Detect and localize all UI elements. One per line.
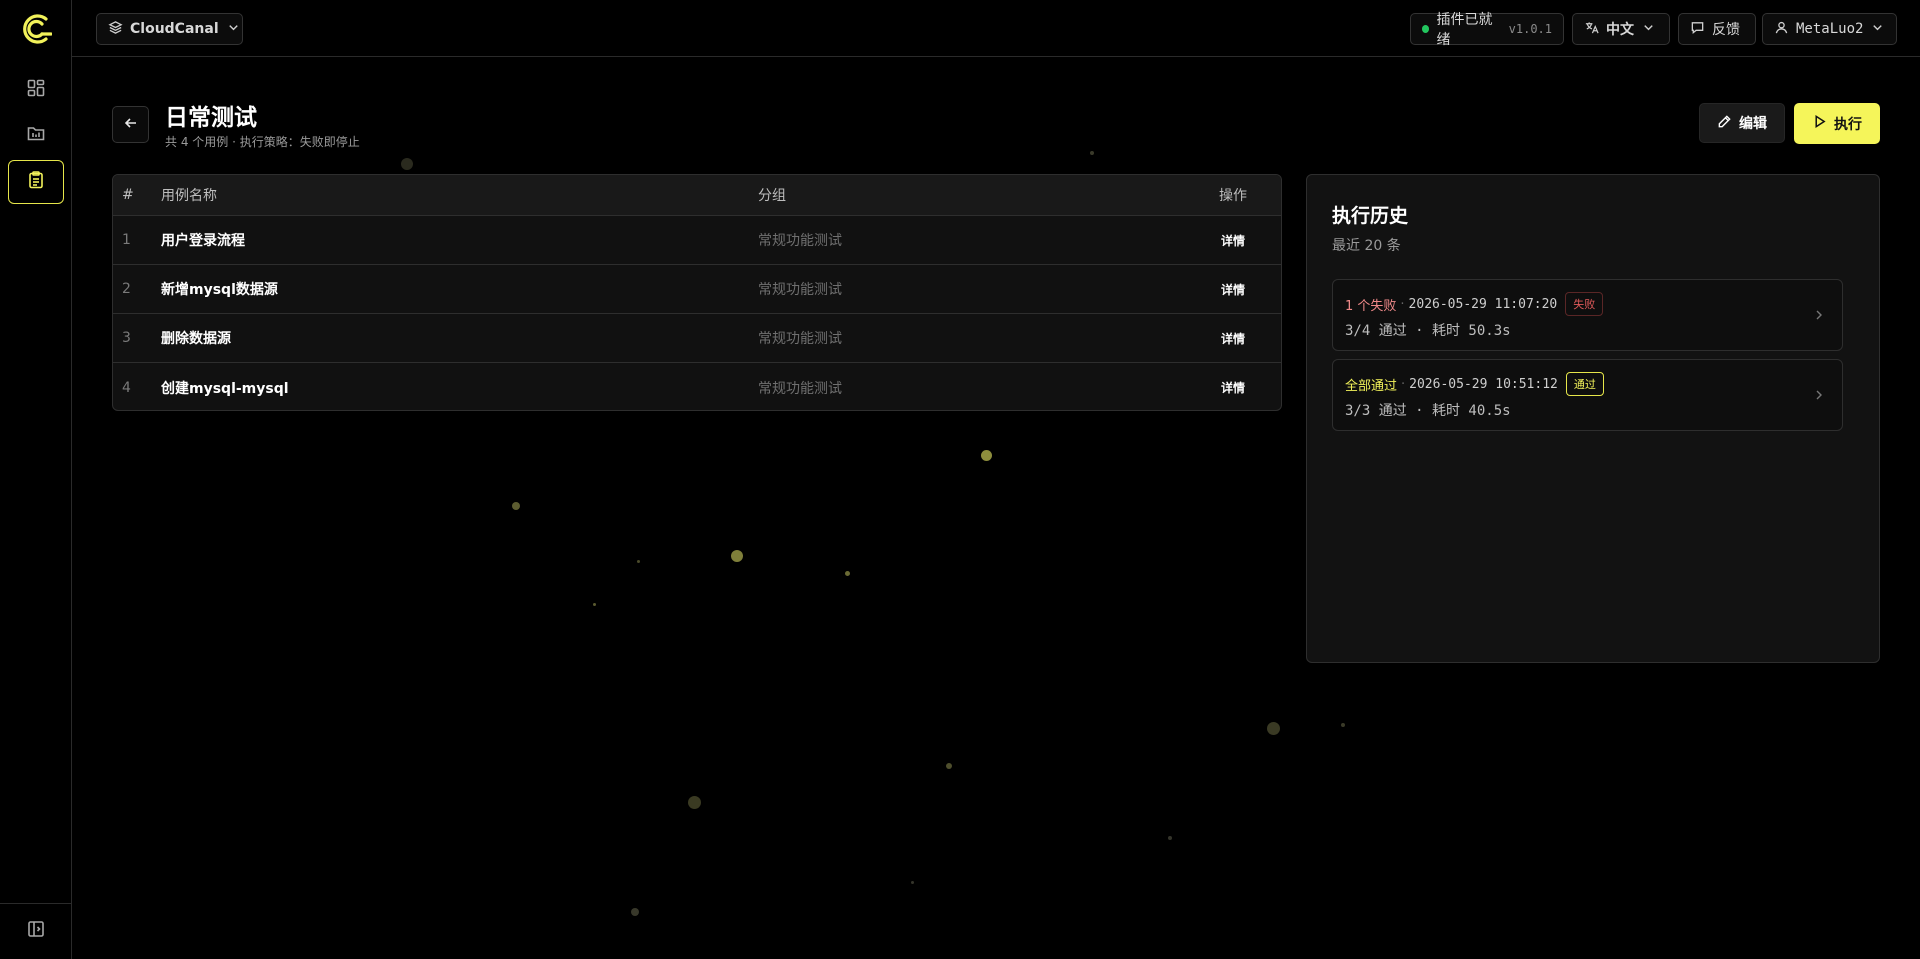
workspace-label: CloudCanal	[130, 21, 219, 37]
table-row: 1 用户登录流程 常规功能测试 详情	[113, 216, 1281, 265]
user-icon	[1774, 20, 1789, 39]
workspace-selector[interactable]: CloudCanal	[96, 13, 243, 45]
feedback-label: 反馈	[1712, 22, 1740, 38]
history-separator: ·	[1400, 296, 1405, 312]
col-header-op: 操作	[1219, 188, 1247, 204]
sidebar-collapse-button[interactable]	[8, 909, 64, 953]
row-group: 常规功能测试	[758, 380, 842, 397]
language-label: 中文	[1606, 22, 1634, 38]
plugin-version: v1.0.1	[1508, 22, 1552, 36]
feedback-button[interactable]: 反馈	[1678, 13, 1756, 45]
history-separator: ·	[1401, 376, 1406, 392]
row-detail-button[interactable]: 详情	[1221, 314, 1245, 362]
pencil-icon	[1717, 114, 1732, 133]
row-num: 3	[122, 330, 131, 346]
plugin-status: 插件已就绪 v1.0.1	[1410, 12, 1564, 48]
status-dot-icon	[1422, 25, 1430, 33]
status-badge: 通过	[1565, 372, 1604, 396]
chevron-right-icon	[1812, 387, 1826, 401]
datasource-folder-icon	[26, 123, 46, 147]
table-header: # 用例名称 分组 操作	[113, 175, 1281, 216]
history-summary: 3/3 通过 · 耗时 40.5s	[1345, 403, 1511, 419]
col-header-name: 用例名称	[161, 188, 217, 204]
page-title: 日常测试	[165, 105, 257, 131]
sidebar-item-dashboard[interactable]	[8, 68, 64, 112]
table-row: 3 删除数据源 常规功能测试 详情	[113, 314, 1281, 363]
col-header-group: 分组	[758, 188, 786, 204]
row-name: 用户登录流程	[161, 233, 245, 249]
dashboard-icon	[26, 78, 46, 102]
play-icon	[1812, 114, 1827, 133]
run-button[interactable]: 执行	[1794, 103, 1880, 144]
run-label: 执行	[1834, 116, 1862, 133]
history-status: 全部通过	[1345, 378, 1398, 394]
table-row: 2 新增mysql数据源 常规功能测试 详情	[113, 265, 1281, 314]
translate-icon	[1584, 20, 1599, 39]
chevron-down-icon	[1870, 20, 1885, 39]
message-icon	[1690, 20, 1705, 39]
clipboard-icon	[26, 170, 46, 194]
row-name: 删除数据源	[161, 331, 231, 347]
history-time: 2026-05-29 11:07:20	[1408, 296, 1558, 312]
plugin-status-label: 插件已就绪	[1436, 12, 1493, 48]
row-group: 常规功能测试	[758, 331, 842, 347]
history-subtitle: 最近 20 条	[1332, 238, 1401, 254]
col-header-num: #	[122, 187, 134, 203]
sidebar-divider	[0, 903, 72, 904]
chevron-right-icon	[1812, 307, 1826, 321]
row-group: 常规功能测试	[758, 233, 842, 249]
cloudcanal-logo-icon[interactable]	[18, 14, 53, 44]
history-summary: 3/4 通过 · 耗时 50.3s	[1345, 323, 1511, 339]
sidebar-collapse-icon	[26, 919, 46, 943]
arrow-left-icon	[123, 115, 139, 135]
page-subtitle: 共 4 个用例 · 执行策略：失败即停止	[165, 135, 360, 149]
back-button[interactable]	[112, 106, 149, 143]
row-detail-button[interactable]: 详情	[1221, 363, 1245, 410]
row-num: 4	[122, 379, 131, 396]
table-row: 4 创建mysql-mysql 常规功能测试 详情	[113, 363, 1281, 410]
history-status: 1 个失败	[1345, 298, 1397, 314]
row-name: 新增mysql数据源	[161, 282, 278, 298]
sidebar-item-testcases[interactable]	[8, 160, 64, 204]
status-badge: 失败	[1565, 292, 1604, 316]
row-detail-button[interactable]: 详情	[1221, 216, 1245, 264]
row-name: 创建mysql-mysql	[161, 380, 289, 397]
row-num: 2	[122, 281, 131, 297]
row-group: 常规功能测试	[758, 282, 842, 298]
sidebar-item-datasource[interactable]	[8, 113, 64, 157]
language-selector[interactable]: 中文	[1572, 13, 1670, 45]
chevron-down-icon	[226, 20, 241, 39]
row-detail-button[interactable]: 详情	[1221, 265, 1245, 313]
chevron-down-icon	[1641, 20, 1656, 39]
execution-history-panel: 执行历史 最近 20 条 1 个失败 · 2026-05-29 11:07:20…	[1306, 174, 1880, 663]
history-item-0[interactable]: 1 个失败 · 2026-05-29 11:07:20 失败 3/4 通过 · …	[1332, 279, 1843, 351]
sidebar	[0, 0, 72, 959]
history-item-1[interactable]: 全部通过 · 2026-05-29 10:51:12 通过 3/3 通过 · 耗…	[1332, 359, 1843, 431]
row-num: 1	[122, 232, 131, 248]
layers-icon	[108, 20, 123, 39]
user-menu[interactable]: MetaLuo2	[1762, 13, 1897, 45]
edit-button[interactable]: 编辑	[1699, 103, 1785, 143]
testcase-table: # 用例名称 分组 操作 1 用户登录流程 常规功能测试 详情 2 新增mysq…	[112, 174, 1282, 411]
history-title: 执行历史	[1332, 205, 1409, 227]
edit-label: 编辑	[1739, 116, 1767, 132]
history-time: 2026-05-29 10:51:12	[1409, 376, 1558, 392]
user-name: MetaLuo2	[1796, 21, 1864, 37]
topbar: CloudCanal 插件已就绪 v1.0.1 中文 反馈 MetaLuo2	[72, 0, 1920, 57]
